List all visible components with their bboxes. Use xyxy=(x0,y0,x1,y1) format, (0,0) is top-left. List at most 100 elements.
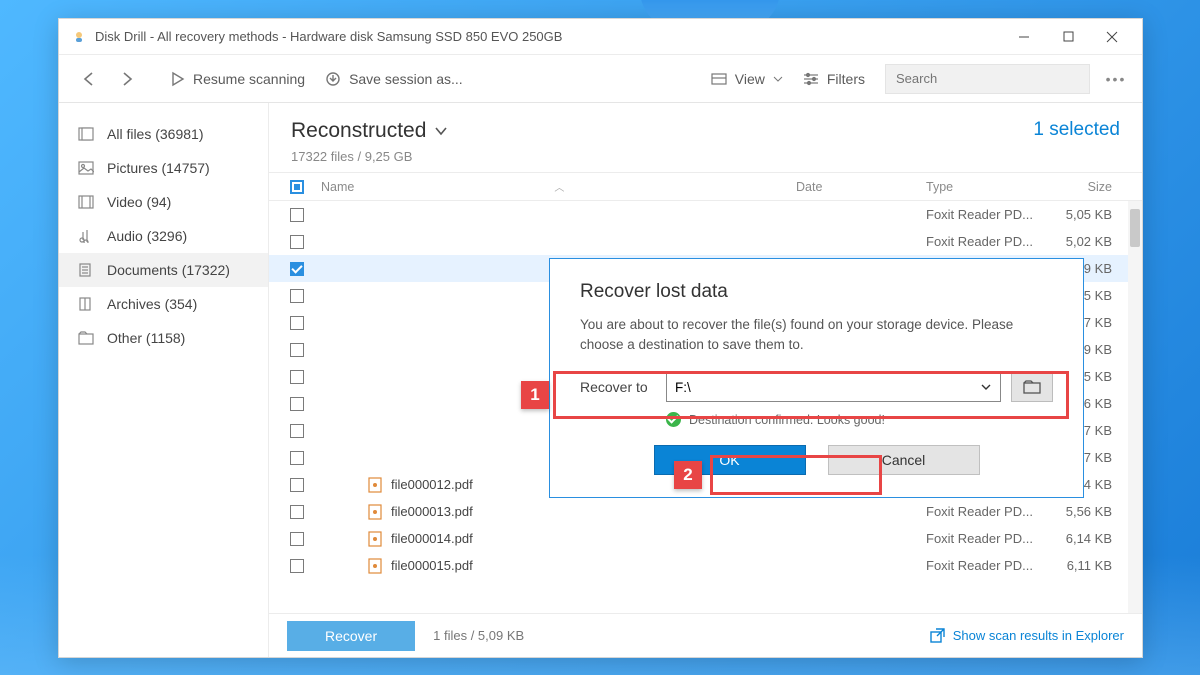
sidebar-item-other[interactable]: Other (1158) xyxy=(59,321,268,355)
file-size: 5,02 KB xyxy=(1038,234,1128,249)
row-checkbox[interactable] xyxy=(290,532,304,546)
app-window: Disk Drill - All recovery methods - Hard… xyxy=(58,18,1143,658)
chevron-down-icon xyxy=(434,125,448,137)
sidebar: All files (36981) Pictures (14757) Video… xyxy=(59,103,269,657)
save-session-button[interactable]: Save session as... xyxy=(315,65,473,93)
destination-select[interactable]: F:\ xyxy=(666,372,1001,402)
scrollbar[interactable] xyxy=(1128,201,1142,613)
filters-button[interactable]: Filters xyxy=(793,65,875,93)
toolbar: Resume scanning Save session as... View … xyxy=(59,55,1142,103)
table-row[interactable]: file000015.pdf Foxit Reader PD...6,11 KB xyxy=(269,552,1142,579)
row-checkbox[interactable] xyxy=(290,316,304,330)
sort-indicator-icon: ︿ xyxy=(554,179,564,194)
table-row[interactable]: file000014.pdf Foxit Reader PD...6,14 KB xyxy=(269,525,1142,552)
folder-icon xyxy=(1023,380,1041,394)
destination-confirm: Destination confirmed. Looks good! xyxy=(666,412,1053,427)
dialog-body: You are about to recover the file(s) fou… xyxy=(580,315,1053,354)
col-name[interactable]: Name︿ xyxy=(311,179,796,194)
file-size: 6,14 KB xyxy=(1038,531,1128,546)
app-icon xyxy=(71,29,87,45)
pdf-file-icon xyxy=(367,531,383,547)
chevron-down-icon xyxy=(980,382,992,392)
file-size: 6,11 KB xyxy=(1038,558,1128,573)
maximize-button[interactable] xyxy=(1046,21,1090,53)
chevron-down-icon xyxy=(773,75,783,83)
file-name: file000013.pdf xyxy=(391,504,796,519)
section-heading[interactable]: Reconstructed xyxy=(291,119,448,143)
main-panel: Reconstructed 17322 files / 9,25 GB 1 se… xyxy=(269,103,1142,657)
row-checkbox[interactable] xyxy=(290,397,304,411)
row-checkbox[interactable] xyxy=(290,289,304,303)
row-checkbox[interactable] xyxy=(290,370,304,384)
row-checkbox[interactable] xyxy=(290,478,304,492)
col-size[interactable]: Size xyxy=(1038,180,1128,194)
row-checkbox[interactable] xyxy=(290,262,304,276)
sidebar-item-video[interactable]: Video (94) xyxy=(59,185,268,219)
table-row[interactable]: file000013.pdf Foxit Reader PD...5,56 KB xyxy=(269,498,1142,525)
search-input[interactable] xyxy=(885,64,1090,94)
file-type: Foxit Reader PD... xyxy=(926,558,1038,573)
file-type: Foxit Reader PD... xyxy=(926,234,1038,249)
file-size: 5,56 KB xyxy=(1038,504,1128,519)
resume-scanning-button[interactable]: Resume scanning xyxy=(159,65,315,93)
row-checkbox[interactable] xyxy=(290,451,304,465)
file-name: file000015.pdf xyxy=(391,558,796,573)
pdf-file-icon xyxy=(367,504,383,520)
row-checkbox[interactable] xyxy=(290,505,304,519)
select-all-checkbox[interactable] xyxy=(290,180,304,194)
dialog-title: Recover lost data xyxy=(580,281,1053,303)
sidebar-item-archives[interactable]: Archives (354) xyxy=(59,287,268,321)
sidebar-item-audio[interactable]: Audio (3296) xyxy=(59,219,268,253)
cancel-button[interactable]: Cancel xyxy=(828,445,980,475)
file-name: file000014.pdf xyxy=(391,531,796,546)
window-title: Disk Drill - All recovery methods - Hard… xyxy=(95,29,562,44)
table-header: Name︿ Date Type Size xyxy=(269,172,1142,201)
scrollbar-thumb[interactable] xyxy=(1130,209,1140,247)
file-size: 5,05 KB xyxy=(1038,207,1128,222)
row-checkbox[interactable] xyxy=(290,559,304,573)
bottom-bar: Recover 1 files / 5,09 KB Show scan resu… xyxy=(269,613,1142,657)
files-icon xyxy=(77,126,95,142)
recover-to-label: Recover to xyxy=(580,379,656,395)
file-type: Foxit Reader PD... xyxy=(926,531,1038,546)
documents-icon xyxy=(77,262,95,278)
archives-icon xyxy=(77,296,95,312)
audio-icon xyxy=(77,228,95,244)
more-menu-button[interactable]: ••• xyxy=(1102,71,1130,87)
row-checkbox[interactable] xyxy=(290,208,304,222)
row-checkbox[interactable] xyxy=(290,343,304,357)
section-subtitle: 17322 files / 9,25 GB xyxy=(291,149,448,164)
forward-button[interactable] xyxy=(109,65,147,93)
file-type: Foxit Reader PD... xyxy=(926,207,1038,222)
col-type[interactable]: Type xyxy=(926,180,1038,194)
row-checkbox[interactable] xyxy=(290,235,304,249)
annotation-callout-2: 2 xyxy=(674,461,702,489)
minimize-button[interactable] xyxy=(1002,21,1046,53)
pictures-icon xyxy=(77,160,95,176)
titlebar: Disk Drill - All recovery methods - Hard… xyxy=(59,19,1142,55)
show-in-explorer-link[interactable]: Show scan results in Explorer xyxy=(930,628,1124,643)
recover-button[interactable]: Recover xyxy=(287,621,415,651)
browse-folder-button[interactable] xyxy=(1011,372,1053,402)
file-type: Foxit Reader PD... xyxy=(926,504,1038,519)
close-button[interactable] xyxy=(1090,21,1134,53)
col-date[interactable]: Date xyxy=(796,180,926,194)
row-checkbox[interactable] xyxy=(290,424,304,438)
external-link-icon xyxy=(930,628,945,643)
annotation-callout-1: 1 xyxy=(521,381,549,409)
view-dropdown[interactable]: View xyxy=(701,65,793,93)
sidebar-item-all-files[interactable]: All files (36981) xyxy=(59,117,268,151)
pdf-file-icon xyxy=(367,477,383,493)
table-row[interactable]: Foxit Reader PD...5,05 KB xyxy=(269,201,1142,228)
pdf-file-icon xyxy=(367,558,383,574)
table-row[interactable]: Foxit Reader PD...5,02 KB xyxy=(269,228,1142,255)
video-icon xyxy=(77,194,95,210)
sidebar-item-pictures[interactable]: Pictures (14757) xyxy=(59,151,268,185)
other-icon xyxy=(77,330,95,346)
selection-summary: 1 files / 5,09 KB xyxy=(433,628,524,643)
selected-count: 1 selected xyxy=(1033,119,1120,141)
sidebar-item-documents[interactable]: Documents (17322) xyxy=(59,253,268,287)
recover-dialog: Recover lost data You are about to recov… xyxy=(549,258,1084,498)
check-circle-icon xyxy=(666,412,681,427)
back-button[interactable] xyxy=(71,65,109,93)
